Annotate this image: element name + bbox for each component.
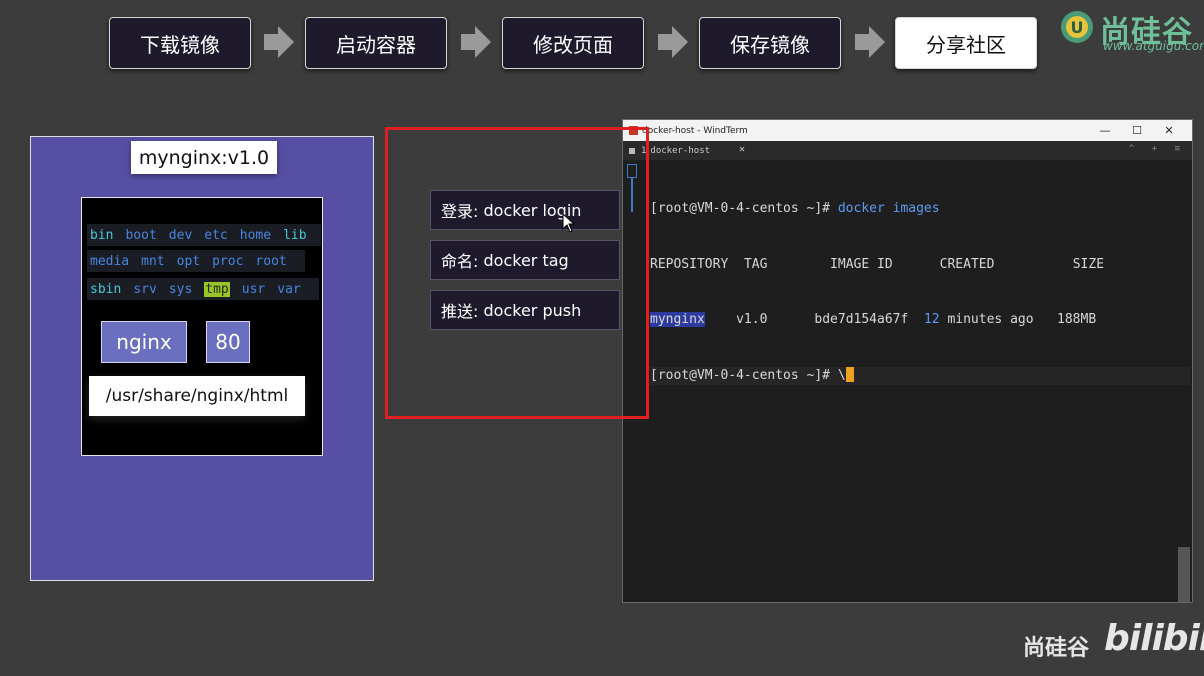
brand-logo-icon: U (1061, 11, 1093, 43)
step-start-container[interactable]: 启动容器 (305, 17, 447, 69)
html-path-label: /usr/share/nginx/html (89, 376, 305, 416)
cursor (845, 366, 854, 382)
dir-etc: etc (204, 227, 228, 243)
arrow-right-icon (855, 26, 885, 58)
watermark-brand: 尚硅谷 (1023, 636, 1090, 661)
tab-close-icon[interactable]: ✕ (739, 144, 745, 155)
terminal-current-line: [root@VM-0-4-centos ~]# \ (650, 366, 1190, 385)
brand-url: www.atguigu.com (1103, 39, 1204, 53)
arrow-right-icon (264, 26, 294, 58)
port-chip: 80 (206, 321, 250, 363)
dir-boot: boot (125, 227, 157, 243)
window-title: docker-host - WindTerm (642, 125, 748, 136)
tab-bar: 1 docker-host ✕ ^ + ≡ (623, 141, 1192, 160)
dir-bin: bin (90, 227, 114, 243)
nginx-app-chip: nginx (101, 321, 187, 363)
mouse-cursor-icon (562, 213, 576, 233)
scrollbar[interactable] (1178, 547, 1190, 602)
dir-sys: sys (168, 281, 193, 297)
fs-row: bin boot dev etc home lib (87, 224, 321, 246)
highlight-box (385, 127, 649, 419)
dir-tmp: tmp (204, 281, 230, 297)
windterm-window[interactable]: docker-host - WindTerm — ☐ ✕ 1 docker-ho… (622, 119, 1193, 603)
step-edit-page[interactable]: 修改页面 (502, 17, 644, 69)
terminal-image-row: mynginx v1.0 bde7d154a67f 12 minutes ago… (650, 312, 1097, 327)
tab-label: docker-host (650, 145, 711, 156)
terminal-header-row: REPOSITORY TAG IMAGE ID CREATED SIZE (650, 256, 1105, 272)
dir-sbin: sbin (90, 281, 122, 297)
maximize-button[interactable]: ☐ (1123, 120, 1151, 141)
arrow-right-icon (658, 26, 688, 58)
step-download-image[interactable]: 下载镜像 (109, 17, 251, 69)
terminal-output[interactable]: [root@VM-0-4-centos ~]# docker images RE… (650, 163, 1190, 422)
dir-var: var (277, 281, 301, 297)
step-save-image[interactable]: 保存镜像 (699, 17, 841, 69)
terminal-line: [root@VM-0-4-centos ~]# docker images (650, 201, 940, 216)
dir-root: root (255, 253, 287, 269)
dir-proc: proc (212, 253, 244, 269)
minimize-button[interactable]: — (1091, 120, 1119, 141)
arrow-right-icon (461, 26, 491, 58)
dir-lib: lib (283, 227, 307, 243)
fs-row: sbin srv sys tmp usr var (87, 278, 319, 300)
dir-srv: srv (133, 281, 157, 297)
dir-media: media (90, 253, 130, 269)
fs-row: media mnt opt proc root (87, 250, 305, 272)
tab-tools[interactable]: ^ + ≡ (1129, 144, 1186, 154)
dir-mnt: mnt (141, 253, 165, 269)
close-button[interactable]: ✕ (1155, 120, 1183, 141)
dir-opt: opt (176, 253, 201, 269)
dir-dev: dev (168, 227, 193, 243)
step-share-community[interactable]: 分享社区 (895, 17, 1037, 69)
bilibili-logo: bilibili (1104, 618, 1204, 659)
image-name-label: mynginx:v1.0 (131, 141, 277, 174)
dir-home: home (239, 227, 272, 243)
dir-usr: usr (241, 281, 266, 297)
